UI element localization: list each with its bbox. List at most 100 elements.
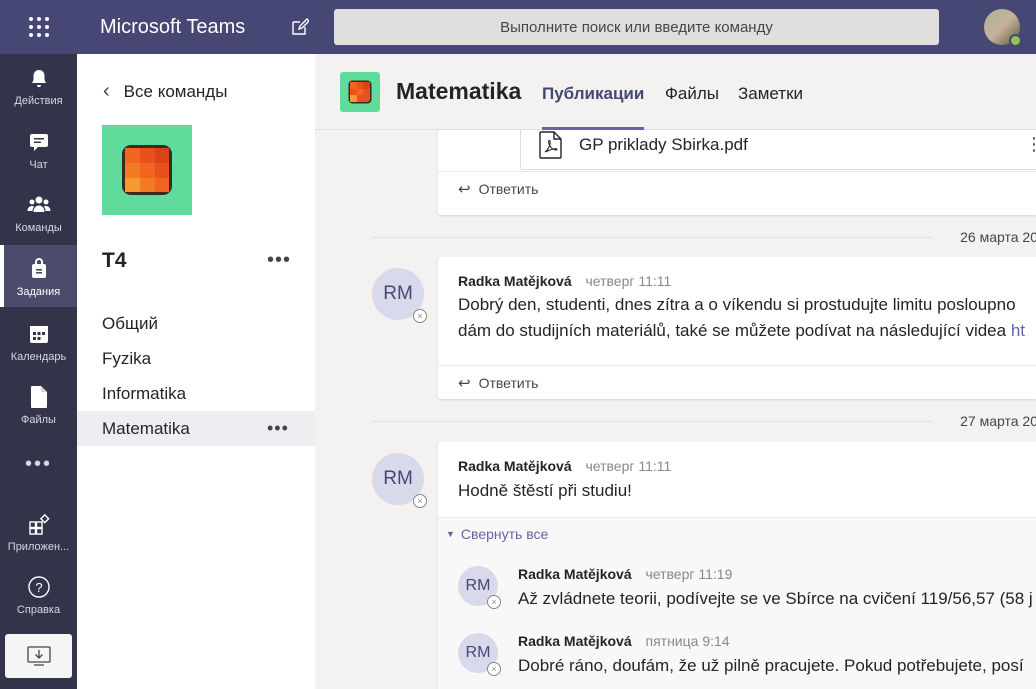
channel-item-fyzika[interactable]: Fyzika [77, 341, 315, 376]
team-panel: ‹ Все команды T4 ••• Общий Fyzika Inform… [77, 54, 315, 689]
chat-icon [27, 130, 51, 154]
message-card: GP priklady Sbirka.pdf ⋮ ↩ Ответить [438, 130, 1036, 215]
reply-arrow-icon: ↩ [458, 374, 471, 392]
waffle-icon [28, 17, 49, 37]
all-teams-back-link[interactable]: ‹ Все команды [103, 80, 227, 103]
date-label: 26 марта 20… [960, 229, 1036, 245]
avatar[interactable]: RM × [372, 453, 427, 508]
rail-item-help[interactable]: ? Справка [0, 563, 77, 625]
reply-header: Radka Matějková пятница 9:14 [518, 633, 730, 649]
rail-label: Чат [29, 159, 48, 171]
rail-item-assignments[interactable]: Задания [0, 245, 77, 307]
reply-label: Ответить [478, 374, 539, 391]
file-name: GP priklady Sbirka.pdf [579, 134, 748, 154]
reply-label: Ответить [478, 180, 539, 197]
reply-button[interactable]: ↩ Ответить [438, 365, 1036, 399]
avatar-initials: RM [465, 577, 491, 594]
date-label: 27 марта 20… [960, 413, 1036, 429]
search-placeholder: Выполните поиск или введите команду [500, 18, 773, 36]
apps-icon [27, 512, 51, 536]
message-text-line: dám do studijních materiálů, také se můž… [458, 321, 1007, 340]
reply-arrow-icon: ↩ [458, 180, 471, 198]
channel-item-informatika[interactable]: Informatika [77, 376, 315, 411]
message-time: четверг 11:11 [585, 458, 672, 474]
help-icon: ? [27, 575, 51, 599]
rail-label: Файлы [21, 414, 56, 426]
channel-label: Общий [102, 313, 158, 333]
rail-more-button[interactable]: ••• [0, 446, 77, 482]
reply-text: Až zvládnete teorii, podívejte se ve Sbí… [518, 589, 1033, 608]
presence-available-icon [1009, 34, 1022, 47]
channel-more-options-button[interactable]: ••• [267, 418, 289, 439]
file-more-options-button[interactable]: ⋮ [1025, 134, 1036, 155]
avatar[interactable]: RM × [458, 633, 501, 676]
compose-icon [292, 18, 309, 35]
date-divider: 26 марта 20… [372, 227, 1036, 247]
rail-item-activity[interactable]: Действия [0, 54, 77, 116]
channel-label: Informatika [102, 383, 187, 403]
message-time: четверг 11:19 [645, 566, 733, 582]
tab-files[interactable]: Файлы [665, 84, 719, 104]
conversation-feed: GP priklady Sbirka.pdf ⋮ ↩ Ответить 26 м… [315, 130, 1036, 689]
presence-offline-icon: × [487, 595, 501, 609]
svg-text:?: ? [35, 580, 42, 595]
team-logo-icon [122, 145, 172, 195]
rail-label: Календарь [10, 351, 67, 363]
tab-notes[interactable]: Заметки [738, 84, 803, 104]
message-card: Radka Matějková четверг 11:11 Hodně štěs… [438, 442, 1036, 689]
message-link[interactable]: ht [1011, 321, 1025, 340]
reply-thread: ▼ Свернуть все RM × Radka Matějková четв… [438, 517, 1036, 689]
rail-item-files[interactable]: Файлы [0, 373, 77, 435]
avatar[interactable]: RM × [372, 268, 427, 323]
triangle-down-icon: ▼ [446, 529, 455, 539]
team-more-options-button[interactable]: ••• [267, 249, 291, 272]
channel-label: Fyzika [102, 348, 152, 368]
message-time: пятница 9:14 [645, 633, 730, 649]
reply-text: Dobré ráno, doufám, že už pilně pracujet… [518, 656, 1024, 675]
reply-button[interactable]: ↩ Ответить [438, 171, 1036, 205]
rail-label: Приложен... [7, 541, 70, 553]
team-name: T4 [102, 249, 127, 272]
presence-offline-icon: × [487, 662, 501, 676]
chevron-left-icon: ‹ [103, 80, 110, 102]
message-text: Dobrý den, studenti, dnes zítra a o víke… [458, 295, 1016, 314]
files-icon [27, 385, 51, 409]
message-header: Radka Matějková четверг 11:11 [458, 273, 671, 289]
channel-avatar [340, 72, 380, 112]
app-launcher-button[interactable] [0, 0, 77, 54]
message-author: Radka Matějková [518, 566, 632, 582]
channel-header: Matematika Публикации Файлы Заметки [315, 54, 1036, 130]
presence-offline-icon: × [413, 309, 427, 323]
download-app-button[interactable] [5, 634, 72, 678]
channel-item-general[interactable]: Общий [77, 306, 315, 341]
teams-icon [27, 193, 51, 217]
rail-item-teams[interactable]: Команды [0, 181, 77, 243]
rail-item-calendar[interactable]: Календарь [0, 310, 77, 372]
rail-label: Задания [16, 286, 61, 298]
calendar-icon [27, 322, 51, 346]
message-text: dám do studijních materiálů, také se můž… [458, 321, 1025, 341]
search-input[interactable]: Выполните поиск или введите команду [334, 9, 939, 45]
rail-item-chat[interactable]: Чат [0, 118, 77, 180]
file-attachment[interactable]: GP priklady Sbirka.pdf ⋮ [520, 130, 1036, 170]
channel-title: Matematika [396, 78, 522, 104]
message-author: Radka Matějková [458, 273, 572, 289]
tab-posts[interactable]: Публикации [542, 84, 645, 130]
collapse-label: Свернуть все [460, 526, 549, 542]
rail-item-apps[interactable]: Приложен... [0, 500, 77, 562]
avatar-initials: RM [383, 283, 413, 304]
avatar[interactable]: RM × [458, 566, 501, 609]
team-avatar [102, 125, 192, 215]
channel-label: Matematika [102, 418, 190, 438]
presence-offline-icon: × [413, 494, 427, 508]
message-text: Hodně štěstí při studiu! [458, 481, 632, 500]
date-divider: 27 марта 20… [372, 411, 1036, 431]
channel-item-matematika[interactable]: Matematika ••• [77, 411, 315, 446]
avatar-initials: RM [383, 468, 413, 489]
new-chat-button[interactable] [288, 15, 312, 39]
pdf-file-icon [539, 130, 562, 159]
avatar-initials: RM [465, 644, 491, 661]
reply-header: Radka Matějková четверг 11:19 [518, 566, 732, 582]
profile-avatar[interactable] [984, 9, 1022, 47]
collapse-all-button[interactable]: ▼ Свернуть все [446, 526, 548, 542]
